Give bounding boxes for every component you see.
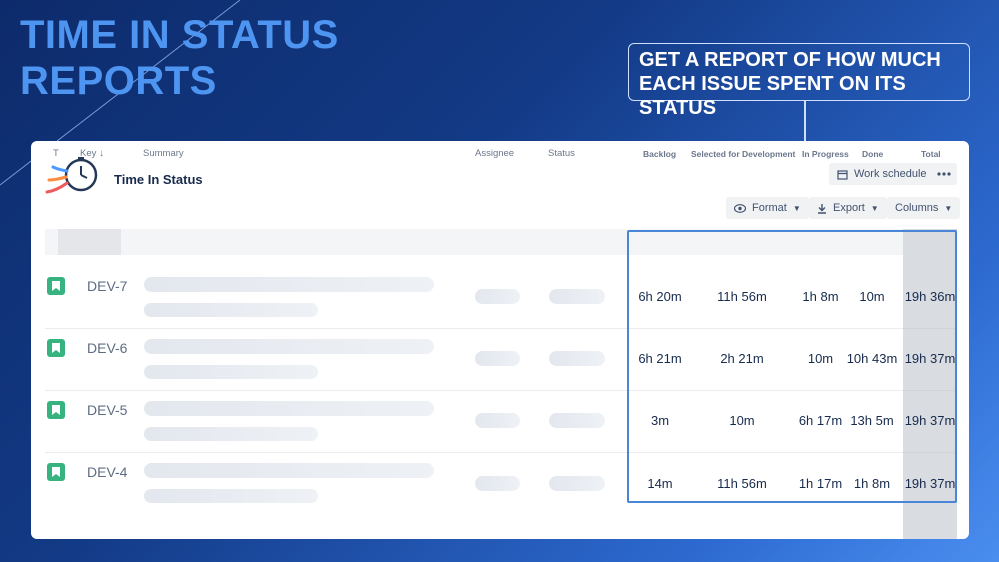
hero-title-line-2: REPORTS [20, 59, 217, 103]
total-column-bg [903, 229, 957, 539]
app-title: Time In Status [114, 172, 203, 187]
export-label: Export [833, 202, 865, 214]
more-dots-icon [936, 172, 951, 176]
backlog-time: 6h 20m [638, 289, 682, 304]
col-header-key[interactable]: Key ↓ [80, 141, 104, 167]
download-icon [818, 203, 826, 214]
col-header-selected-for-development[interactable]: Selected for Development [691, 141, 795, 167]
eye-icon [734, 203, 746, 213]
issue-key[interactable]: DEV-6 [87, 340, 127, 356]
report-card: Time In Status Work schedule Format ▼ Ex… [31, 141, 969, 539]
total-time: 19h 36m [904, 289, 956, 304]
col-header-type[interactable]: T [53, 141, 59, 167]
hero-title: TIME IN STATUS REPORTS [20, 12, 339, 104]
story-icon [47, 339, 65, 357]
done-time: 1h 8m [853, 476, 891, 491]
summary-placeholder [144, 427, 318, 441]
issue-key[interactable]: DEV-5 [87, 402, 127, 418]
arrow-down-icon: ↓ [99, 148, 105, 159]
backlog-time: 3m [650, 413, 670, 428]
selected-time: 11h 56m [717, 289, 767, 304]
issue-key[interactable]: DEV-7 [87, 278, 127, 294]
in-progress-time: 10m [807, 351, 834, 366]
story-icon [47, 463, 65, 481]
selected-time: 10m [729, 413, 755, 428]
col-header-backlog[interactable]: Backlog [643, 141, 676, 167]
chevron-down-icon: ▼ [870, 203, 879, 213]
backlog-time: 6h 21m [638, 351, 682, 366]
summary-placeholder [144, 277, 434, 292]
col-header-assignee[interactable]: Assignee [475, 141, 514, 167]
row-divider [903, 452, 957, 453]
row-divider [45, 452, 903, 453]
status-placeholder [549, 413, 605, 428]
col-header-in-progress[interactable]: In Progress [802, 141, 849, 167]
table-header [45, 229, 957, 255]
format-button[interactable]: Format ▼ [726, 197, 809, 219]
story-icon [47, 401, 65, 419]
summary-placeholder [144, 365, 318, 379]
backlog-time: 14m [647, 476, 673, 491]
columns-label: Columns [895, 202, 939, 214]
col-header-done[interactable]: Done [862, 141, 883, 167]
summary-placeholder [144, 303, 318, 317]
assignee-placeholder [475, 413, 520, 428]
col-header-key-label: Key [80, 148, 97, 159]
total-time: 19h 37m [904, 413, 956, 428]
export-button[interactable]: Export ▼ [809, 197, 887, 219]
total-time: 19h 37m [904, 476, 956, 491]
row-divider [45, 328, 903, 329]
hero-title-line-1: TIME IN STATUS [20, 13, 339, 57]
done-time: 10h 43m [846, 351, 898, 366]
in-progress-time: 1h 17m [798, 476, 843, 491]
key-header-sorted-bg [58, 229, 121, 255]
total-time: 19h 37m [904, 351, 956, 366]
summary-placeholder [144, 401, 434, 416]
columns-button[interactable]: Columns ▼ [887, 197, 961, 219]
chevron-down-icon: ▼ [944, 203, 953, 213]
done-time: 13h 5m [850, 413, 894, 428]
in-progress-time: 1h 8m [802, 289, 839, 304]
selected-time: 2h 21m [720, 351, 764, 366]
assignee-placeholder [475, 289, 520, 304]
issue-key[interactable]: DEV-4 [87, 464, 127, 480]
format-label: Format [752, 202, 787, 214]
summary-placeholder [144, 463, 434, 478]
assignee-placeholder [475, 476, 520, 491]
status-placeholder [549, 351, 605, 366]
assignee-placeholder [475, 351, 520, 366]
status-placeholder [549, 476, 605, 491]
row-divider [903, 328, 957, 329]
done-time: 10m [859, 289, 885, 304]
selected-time: 11h 56m [717, 476, 767, 491]
row-divider [903, 390, 957, 391]
callout-box: GET A REPORT OF HOW MUCH EACH ISSUE SPEN… [628, 43, 970, 119]
col-header-status[interactable]: Status [548, 141, 575, 167]
col-header-summary[interactable]: Summary [143, 141, 184, 167]
summary-placeholder [144, 489, 318, 503]
calendar-icon [837, 169, 848, 180]
col-header-total[interactable]: Total [921, 141, 941, 167]
work-schedule-label: Work schedule [854, 168, 927, 180]
row-divider [45, 390, 903, 391]
in-progress-time: 6h 17m [798, 413, 843, 428]
status-placeholder [549, 289, 605, 304]
story-icon [47, 277, 65, 295]
summary-placeholder [144, 339, 434, 354]
chevron-down-icon: ▼ [792, 203, 801, 213]
